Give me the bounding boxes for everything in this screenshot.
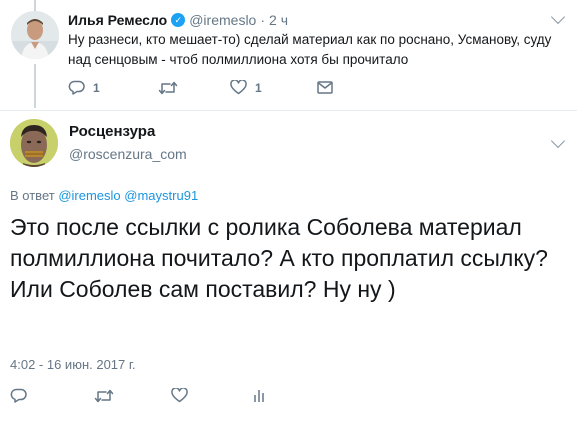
separator: · [260,12,266,28]
tweet-actions [10,388,265,403]
like-icon [230,80,247,95]
like-button[interactable]: 1 [230,80,317,95]
author-handle[interactable]: @iremeslo [189,12,256,28]
tweet-header: Илья Ремесло ✓ @iremeslo · 2 ч [68,12,288,28]
mention-link-2[interactable]: @maystru91 [124,188,198,203]
in-reply-label: В ответ [10,188,55,203]
author-name[interactable]: Росцензура [69,123,187,140]
tweet-text: Ну разнеси, кто мешает-то) сделай матери… [68,32,552,67]
avatar[interactable] [11,11,59,59]
chevron-down-icon[interactable] [550,9,566,25]
like-icon [171,388,188,403]
in-reply-to: В ответ @iremeslo @maystru91 [10,188,198,203]
mention-link-1[interactable]: @iremeslo [58,188,120,203]
analytics-button[interactable] [253,389,265,403]
main-tweet: Росцензура @roscenzura_com В ответ @irem… [0,111,577,421]
chevron-down-icon[interactable] [550,133,566,149]
reply-icon [10,388,27,403]
like-count: 1 [255,80,262,95]
reply-button[interactable]: 1 [68,80,158,95]
direct-message-button[interactable] [317,81,333,94]
author-handle[interactable]: @roscenzura_com [69,146,187,162]
reply-count: 1 [93,80,100,95]
tweet-actions: 1 1 [68,80,333,95]
retweet-button[interactable] [158,81,230,95]
retweet-icon [158,81,178,94]
reply-icon [68,80,85,95]
tweet-timestamp[interactable]: 4:02 - 16 июн. 2017 г. [10,357,136,372]
tweet-text: Это после ссылки с ролика Соболева матер… [10,214,548,302]
retweet-icon [94,389,114,402]
avatar-image [10,119,58,167]
author-block: Росцензура @roscenzura_com [69,123,187,162]
verified-badge-icon: ✓ [171,13,186,27]
avatar-image [11,11,59,59]
author-name[interactable]: Илья Ремесло [68,12,167,28]
direct-message-icon [317,81,333,94]
like-button[interactable] [171,388,253,403]
avatar[interactable] [10,119,58,167]
tweet-thread: Илья Ремесло ✓ @iremeslo · 2 ч Ну разнес… [0,0,577,421]
reply-button[interactable] [10,388,94,403]
retweet-button[interactable] [94,389,171,403]
reply-tweet: Илья Ремесло ✓ @iremeslo · 2 ч Ну разнес… [0,0,577,110]
tweet-time[interactable]: 2 ч [269,12,288,28]
analytics-icon [254,389,264,402]
